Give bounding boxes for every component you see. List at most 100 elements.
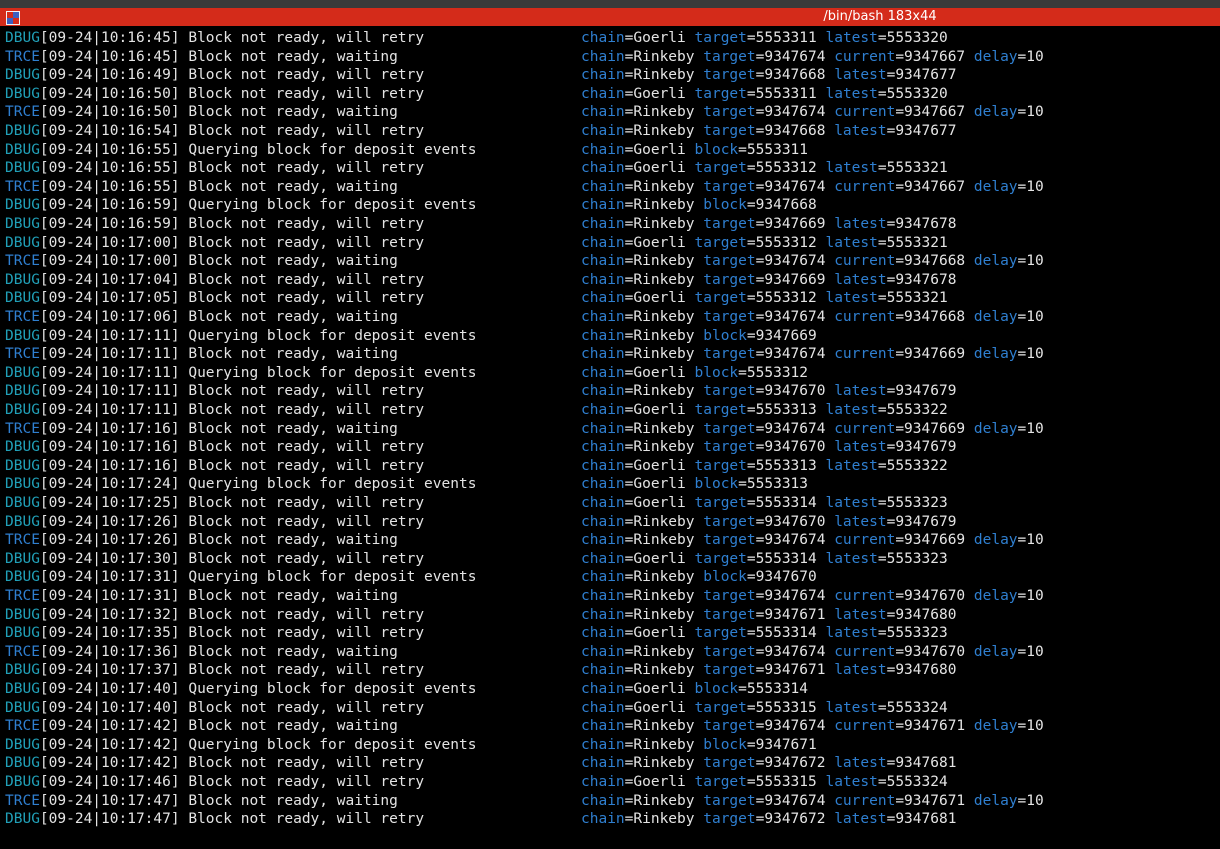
log-field-key: target bbox=[703, 253, 756, 270]
terminal-app-icon[interactable] bbox=[6, 10, 20, 25]
log-field-value: Rinkeby bbox=[633, 197, 695, 214]
window-title: /bin/bash 183x44 bbox=[823, 9, 937, 24]
log-level: TRCE bbox=[5, 532, 40, 549]
log-message: Block not ready, will retry bbox=[188, 457, 425, 474]
log-field-value: 5553315 bbox=[755, 774, 817, 790]
log-line: DBUG[09-24|10:17:11] Block not ready, wi… bbox=[5, 382, 1215, 400]
log-context: chain=Rinkeby target=9347674 current=934… bbox=[581, 104, 1044, 121]
log-timestamp: [09-24|10:17:11] bbox=[39, 383, 180, 400]
log-timestamp: [09-24|10:16:50] bbox=[39, 104, 180, 121]
log-field-value: 9347669 bbox=[764, 271, 826, 288]
log-timestamp: [09-24|10:17:06] bbox=[39, 309, 180, 325]
log-message: Block not ready, will retry bbox=[188, 216, 425, 232]
log-field-key: chain bbox=[581, 457, 625, 474]
log-field-value: 9347667 bbox=[904, 104, 966, 121]
log-field-value: 9347681 bbox=[895, 811, 957, 828]
log-line: TRCE[09-24|10:17:31] Block not ready, wa… bbox=[5, 587, 1215, 605]
log-field-key: target bbox=[703, 718, 756, 735]
log-field-value: 10 bbox=[1026, 104, 1044, 121]
log-level: DBUG bbox=[5, 327, 40, 344]
log-line: DBUG[09-24|10:17:47] Block not ready, wi… bbox=[5, 810, 1215, 828]
log-message: Querying block for deposit events bbox=[188, 141, 477, 158]
log-field-value: Rinkeby bbox=[633, 811, 695, 828]
log-field-key: current bbox=[834, 588, 896, 604]
log-field-key: target bbox=[694, 290, 747, 307]
log-field-key: chain bbox=[581, 197, 625, 214]
log-field-value: 9347667 bbox=[904, 178, 966, 195]
log-field-key: latest bbox=[825, 774, 878, 790]
log-context: chain=Rinkeby target=9347674 current=934… bbox=[581, 178, 1044, 195]
log-timestamp: [09-24|10:16:45] bbox=[39, 48, 180, 65]
window-top-strip bbox=[0, 0, 1220, 8]
log-field-value: 9347672 bbox=[764, 755, 826, 772]
log-level: TRCE bbox=[5, 420, 40, 437]
log-level: TRCE bbox=[5, 48, 40, 65]
log-line: TRCE[09-24|10:16:45] Block not ready, wa… bbox=[5, 48, 1215, 66]
log-field-key: chain bbox=[581, 346, 625, 363]
log-timestamp: [09-24|10:16:54] bbox=[39, 123, 180, 139]
log-field-key: chain bbox=[581, 588, 625, 604]
log-field-key: chain bbox=[581, 271, 625, 288]
log-message: Querying block for deposit events bbox=[188, 327, 477, 344]
log-context: chain=Goerli target=5553315 latest=55533… bbox=[581, 699, 948, 716]
log-line: TRCE[09-24|10:17:47] Block not ready, wa… bbox=[5, 792, 1215, 810]
log-field-value: 9347674 bbox=[764, 309, 826, 325]
log-level: DBUG bbox=[5, 476, 40, 493]
log-level: DBUG bbox=[5, 606, 40, 623]
log-line: DBUG[09-24|10:17:16] Block not ready, wi… bbox=[5, 457, 1215, 475]
log-timestamp: [09-24|10:17:42] bbox=[39, 736, 180, 753]
log-field-key: current bbox=[834, 253, 896, 270]
log-field-key: target bbox=[703, 755, 756, 772]
log-field-value: 5553323 bbox=[886, 495, 948, 511]
log-line: DBUG[09-24|10:17:46] Block not ready, wi… bbox=[5, 773, 1215, 791]
log-context: chain=Rinkeby target=9347674 current=934… bbox=[581, 346, 1044, 363]
log-level: DBUG bbox=[5, 513, 40, 530]
log-message: Block not ready, waiting bbox=[188, 104, 398, 121]
terminal-titlebar[interactable]: /bin/bash 183x44 bbox=[0, 8, 1220, 26]
log-field-key: block bbox=[703, 569, 747, 586]
log-context: chain=Rinkeby target=9347674 current=934… bbox=[581, 718, 1044, 735]
log-field-key: chain bbox=[581, 234, 625, 251]
log-field-key: current bbox=[834, 532, 896, 549]
log-context: chain=Goerli target=5553314 latest=55533… bbox=[581, 495, 948, 511]
log-field-key: block bbox=[703, 736, 747, 753]
log-context: chain=Rinkeby target=9347674 current=934… bbox=[581, 253, 1044, 270]
log-timestamp: [09-24|10:17:30] bbox=[39, 550, 180, 567]
log-field-value: Goerli bbox=[633, 30, 686, 46]
terminal-output[interactable]: DBUG [09-24|10:16:45] Block not ready, wi… bbox=[0, 28, 1220, 849]
log-field-value: 9347669 bbox=[755, 327, 817, 344]
log-line: DBUG[09-24|10:17:11] Querying block for … bbox=[5, 327, 1215, 345]
log-line: TRCE[09-24|10:17:11] Block not ready, wa… bbox=[5, 345, 1215, 363]
log-context: chain=Goerli target=5553315 latest=55533… bbox=[581, 774, 948, 790]
log-field-value: 9347677 bbox=[895, 123, 957, 139]
log-level: TRCE bbox=[5, 643, 40, 660]
log-field-key: target bbox=[694, 550, 747, 567]
log-field-key: chain bbox=[581, 513, 625, 530]
log-field-value: 9347674 bbox=[764, 420, 826, 437]
log-field-key: target bbox=[694, 85, 747, 102]
log-level: DBUG bbox=[5, 550, 40, 567]
log-field-key: current bbox=[834, 48, 896, 65]
log-level: DBUG bbox=[5, 681, 40, 697]
log-context: chain=Rinkeby block=9347669 bbox=[581, 327, 817, 344]
log-field-key: block bbox=[694, 681, 739, 697]
log-field-key: chain bbox=[581, 792, 625, 809]
log-field-key: chain bbox=[581, 383, 625, 400]
log-field-value: 9347674 bbox=[764, 792, 826, 809]
log-field-value: 9347671 bbox=[764, 662, 826, 679]
log-line: DBUG[09-24|10:16:55] Block not ready, wi… bbox=[5, 159, 1215, 177]
log-field-value: 9347677 bbox=[895, 67, 957, 84]
log-level: DBUG bbox=[5, 160, 40, 177]
log-message: Querying block for deposit events bbox=[188, 736, 477, 753]
log-field-key: latest bbox=[825, 85, 878, 102]
log-message: Block not ready, waiting bbox=[188, 48, 398, 65]
log-field-key: target bbox=[694, 30, 747, 46]
log-field-value: 5553320 bbox=[886, 30, 948, 46]
log-field-key: chain bbox=[581, 309, 625, 325]
log-context: chain=Rinkeby target=9347668 latest=9347… bbox=[581, 67, 957, 84]
log-level: TRCE bbox=[5, 178, 40, 195]
log-timestamp: [09-24|10:16:50] bbox=[39, 85, 180, 102]
log-field-key: latest bbox=[825, 625, 878, 642]
log-timestamp: [09-24|10:17:47] bbox=[39, 792, 180, 809]
log-context: chain=Goerli target=5553313 latest=55533… bbox=[581, 457, 948, 474]
